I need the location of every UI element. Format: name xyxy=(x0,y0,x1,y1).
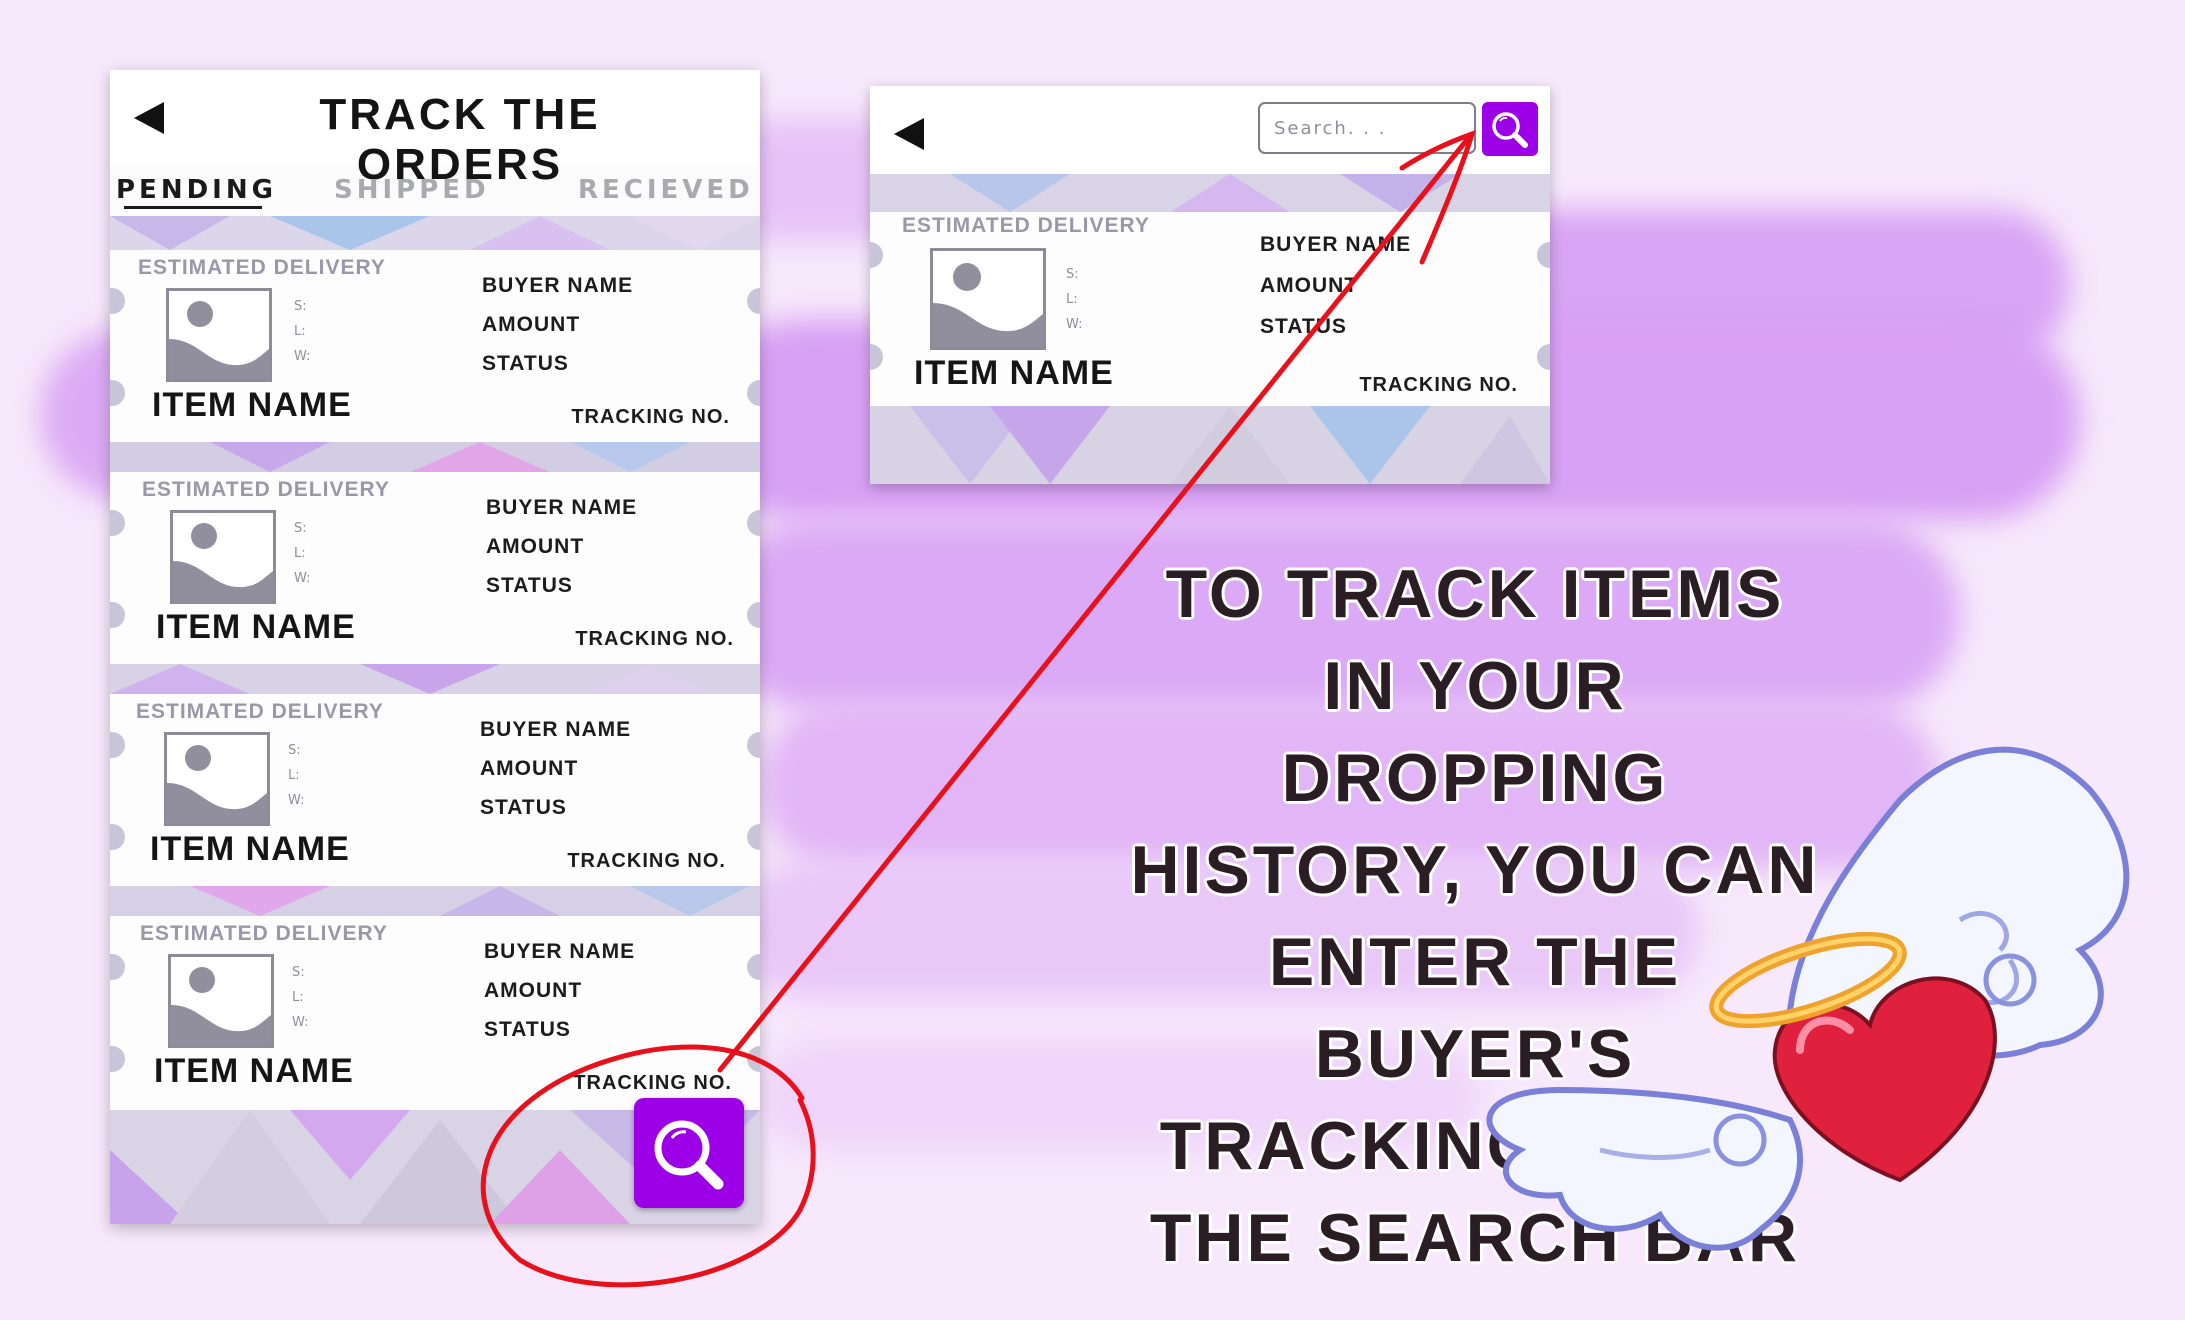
dimensions-labels: S: L: W: xyxy=(294,521,311,586)
ticket-notch xyxy=(1537,344,1550,370)
app-header: TRACK THE ORDERS xyxy=(110,70,760,189)
status-label: STATUS xyxy=(484,1018,571,1041)
ticket-notch xyxy=(747,824,760,850)
item-name: ITEM NAME xyxy=(914,354,1114,392)
buyer-name-label: BUYER NAME xyxy=(1260,233,1412,256)
decorative-band xyxy=(110,886,760,916)
order-fields: BUYER NAME AMOUNT STATUS xyxy=(480,710,631,827)
status-label: STATUS xyxy=(486,574,573,597)
dimensions-labels: S: L: W: xyxy=(288,743,305,808)
order-fields: BUYER NAME AMOUNT STATUS xyxy=(482,266,633,383)
estimated-delivery-label: ESTIMATED DELIVERY xyxy=(902,214,1150,237)
ticket-notch xyxy=(747,602,760,628)
back-arrow-icon[interactable] xyxy=(894,118,924,150)
item-name: ITEM NAME xyxy=(150,830,350,868)
amount-label: AMOUNT xyxy=(1260,274,1359,297)
search-icon xyxy=(1492,112,1528,148)
search-input[interactable]: Search. . . xyxy=(1258,102,1476,154)
decorative-band xyxy=(870,174,1550,212)
amount-label: AMOUNT xyxy=(484,979,583,1002)
image-placeholder-icon xyxy=(930,248,1046,350)
amount-label: AMOUNT xyxy=(480,757,579,780)
active-tab-indicator xyxy=(124,206,262,209)
decorative-band xyxy=(110,664,760,694)
amount-label: AMOUNT xyxy=(482,313,581,336)
tracking-number-label: TRACKING NO. xyxy=(1359,374,1518,396)
order-card[interactable]: ESTIMATED DELIVERY S: L: W: ITEM NAME BUYE… xyxy=(110,472,760,664)
ticket-notch xyxy=(747,288,760,314)
dimensions-labels: S: L: W: xyxy=(294,299,311,364)
estimated-delivery-label: ESTIMATED DELIVERY xyxy=(142,478,390,501)
item-name: ITEM NAME xyxy=(154,1052,354,1090)
tracking-number-label: TRACKING NO. xyxy=(575,628,734,650)
floating-search-button[interactable] xyxy=(634,1098,744,1208)
estimated-delivery-label: ESTIMATED DELIVERY xyxy=(138,256,386,279)
item-name: ITEM NAME xyxy=(156,608,356,646)
image-placeholder-icon xyxy=(166,288,272,382)
ticket-notch xyxy=(110,602,125,628)
dimensions-labels: S: L: W: xyxy=(292,965,309,1030)
search-bar-zoom-panel: Search. . . ESTIMATED DELIVERY S: L: W: IT… xyxy=(870,86,1550,484)
dimensions-labels: S: L: W: xyxy=(1066,267,1083,332)
order-card[interactable]: ESTIMATED DELIVERY S: L: W: ITEM NAME BUYE… xyxy=(110,694,760,886)
amount-label: AMOUNT xyxy=(486,535,585,558)
decorative-band xyxy=(110,442,760,472)
order-fields: BUYER NAME AMOUNT STATUS xyxy=(1260,224,1411,347)
estimated-delivery-label: ESTIMATED DELIVERY xyxy=(136,700,384,723)
estimated-delivery-label: ESTIMATED DELIVERY xyxy=(140,922,388,945)
status-label: STATUS xyxy=(1260,315,1347,338)
tracking-number-label: TRACKING NO. xyxy=(573,1072,732,1094)
order-fields: BUYER NAME AMOUNT STATUS xyxy=(486,488,637,605)
buyer-name-label: BUYER NAME xyxy=(482,274,634,297)
tracking-number-label: TRACKING NO. xyxy=(571,406,730,428)
tracking-number-label: TRACKING NO. xyxy=(567,850,726,872)
ticket-notch xyxy=(747,732,760,758)
ticket-notch xyxy=(747,954,760,980)
ticket-notch xyxy=(110,288,125,314)
ticket-notch xyxy=(110,380,125,406)
item-name: ITEM NAME xyxy=(152,386,352,424)
buyer-name-label: BUYER NAME xyxy=(484,940,636,963)
ticket-notch xyxy=(110,732,125,758)
ticket-notch xyxy=(870,242,883,268)
ticket-notch xyxy=(110,510,125,536)
image-placeholder-icon xyxy=(164,732,270,826)
order-card[interactable]: ESTIMATED DELIVERY S: L: W: ITEM NAME BUYE… xyxy=(110,916,760,1108)
back-arrow-icon[interactable] xyxy=(134,102,164,134)
ticket-notch xyxy=(747,380,760,406)
ticket-notch xyxy=(870,344,883,370)
ticket-notch xyxy=(110,824,125,850)
decorative-band xyxy=(870,406,1550,484)
order-card[interactable]: ESTIMATED DELIVERY S: L: W: ITEM NAME BUYE… xyxy=(110,250,760,442)
search-button[interactable] xyxy=(1482,102,1538,156)
search-icon xyxy=(654,1120,724,1190)
instruction-caption: TO TRACK ITEMS IN YOUR DROPPING HISTORY,… xyxy=(1130,556,1820,1276)
buyer-name-label: BUYER NAME xyxy=(486,496,638,519)
ticket-notch xyxy=(747,1046,760,1072)
ticket-notch xyxy=(1537,242,1550,268)
tab-recieved[interactable]: RECIEVED xyxy=(578,175,754,205)
order-card[interactable]: ESTIMATED DELIVERY S: L: W: ITEM NAME BUYE… xyxy=(870,212,1550,406)
order-fields: BUYER NAME AMOUNT STATUS xyxy=(484,932,635,1049)
phone-mockup: TRACK THE ORDERS PENDING SHIPPED RECIEVE… xyxy=(110,70,760,1224)
status-label: STATUS xyxy=(482,352,569,375)
tab-shipped[interactable]: SHIPPED xyxy=(334,175,490,205)
image-placeholder-icon xyxy=(168,954,274,1048)
ticket-notch xyxy=(747,510,760,536)
decorative-band xyxy=(110,216,760,250)
ticket-notch xyxy=(110,1046,125,1072)
buyer-name-label: BUYER NAME xyxy=(480,718,632,741)
tab-pending[interactable]: PENDING xyxy=(116,175,277,205)
ticket-notch xyxy=(110,954,125,980)
status-label: STATUS xyxy=(480,796,567,819)
image-placeholder-icon xyxy=(170,510,276,604)
